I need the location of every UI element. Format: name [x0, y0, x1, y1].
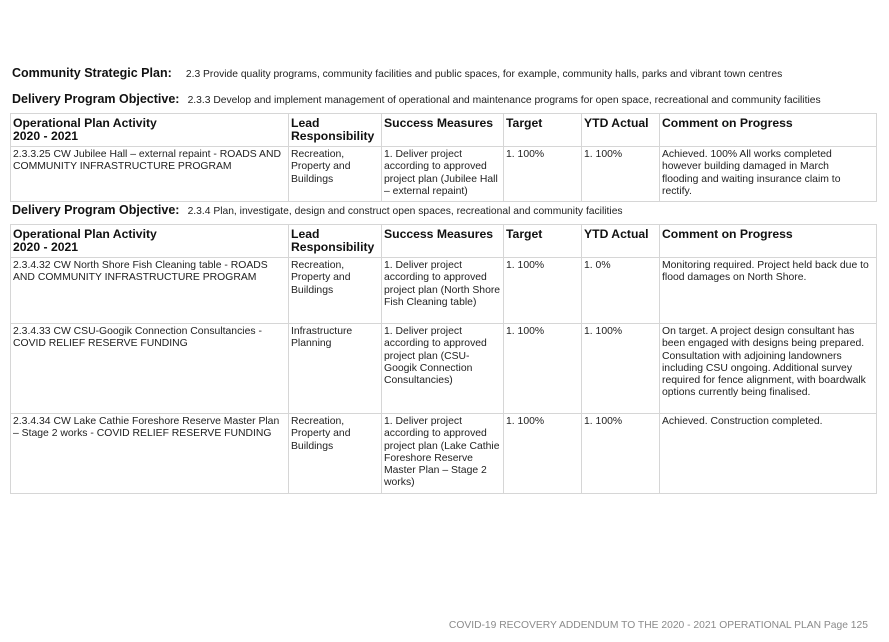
table-row: 2.3.4.32 CW North Shore Fish Cleaning ta… — [10, 257, 877, 324]
header-lead: Lead Responsibility — [288, 113, 382, 147]
objective-text: 2.3.4 Plan, investigate, design and cons… — [187, 206, 623, 217]
header-comment: Comment on Progress — [659, 224, 877, 258]
cell-comment: On target. A project design consultant h… — [659, 323, 877, 414]
strategic-plan-text: 2.3 Provide quality programs, community … — [185, 69, 783, 80]
cell-target: 1. 100% — [503, 323, 582, 414]
cell-lead: Recreation, Property and Buildings — [288, 257, 382, 324]
header-ytd-actual: YTD Actual — [581, 113, 660, 147]
strategic-plan-label: Community Strategic Plan: — [12, 66, 172, 80]
cell-lead: Recreation, Property and Buildings — [288, 145, 382, 203]
activity-table-2: Operational Plan Activity 2020 - 2021 Lea… — [10, 224, 877, 494]
cell-activity: 2.3.4.32 CW North Shore Fish Cleaning ta… — [10, 257, 289, 324]
cell-target: 1. 100% — [503, 413, 582, 494]
cell-ytd: 1. 100% — [581, 145, 660, 203]
table-header-row: Operational Plan Activity 2020 - 2021 Lea… — [10, 224, 877, 258]
cell-activity: 2.3.3.25 CW Jubilee Hall – external repa… — [10, 145, 289, 203]
table-header-row: Operational Plan Activity 2020 - 2021 Lea… — [10, 113, 877, 147]
cell-activity: 2.3.4.34 CW Lake Cathie Foreshore Reserv… — [10, 413, 289, 494]
cell-ytd: 1. 100% — [581, 323, 660, 414]
cell-measure: 1. Deliver project according to approved… — [381, 323, 504, 414]
table-row: 2.3.3.25 CW Jubilee Hall – external repa… — [10, 145, 877, 203]
header-success-measures: Success Measures — [381, 224, 504, 258]
cell-comment: Achieved. Construction completed. — [659, 413, 877, 494]
cell-comment: Achieved. 100% All works completed howev… — [659, 145, 877, 203]
cell-ytd: 1. 100% — [581, 413, 660, 494]
cell-activity: 2.3.4.33 CW CSU-Googik Connection Consul… — [10, 323, 289, 414]
cell-measure: 1. Deliver project according to approved… — [381, 257, 504, 324]
objective-line-1: Delivery Program Objective: 2.3.3 Develo… — [12, 92, 821, 108]
cell-target: 1. 100% — [503, 257, 582, 324]
objective-label: Delivery Program Objective: — [12, 92, 180, 106]
table-row: 2.3.4.34 CW Lake Cathie Foreshore Reserv… — [10, 413, 877, 494]
header-comment: Comment on Progress — [659, 113, 877, 147]
cell-lead: Infrastructure Planning — [288, 323, 382, 414]
objective-text: 2.3.3 Develop and implement management o… — [187, 95, 821, 106]
header-success-measures: Success Measures — [381, 113, 504, 147]
activity-table-1: Operational Plan Activity 2020 - 2021 Lea… — [10, 113, 877, 203]
cell-target: 1. 100% — [503, 145, 582, 203]
header-lead: Lead Responsibility — [288, 224, 382, 258]
header-ytd-actual: YTD Actual — [581, 224, 660, 258]
page-footer: COVID-19 RECOVERY ADDENDUM TO THE 2020 -… — [448, 620, 868, 631]
header-activity: Operational Plan Activity 2020 - 2021 — [10, 113, 289, 147]
cell-measure: 1. Deliver project according to approved… — [381, 413, 504, 494]
header-target: Target — [503, 224, 582, 258]
header-target: Target — [503, 113, 582, 147]
objective-line-2: Delivery Program Objective: 2.3.4 Plan, … — [12, 203, 623, 219]
header-activity: Operational Plan Activity 2020 - 2021 — [10, 224, 289, 258]
objective-label: Delivery Program Objective: — [12, 203, 180, 217]
table-row: 2.3.4.33 CW CSU-Googik Connection Consul… — [10, 323, 877, 414]
cell-comment: Monitoring required. Project held back d… — [659, 257, 877, 324]
strategic-plan-line: Community Strategic Plan: 2.3 Provide qu… — [12, 66, 782, 82]
cell-ytd: 1. 0% — [581, 257, 660, 324]
cell-lead: Recreation, Property and Buildings — [288, 413, 382, 494]
cell-measure: 1. Deliver project according to approved… — [381, 145, 504, 203]
